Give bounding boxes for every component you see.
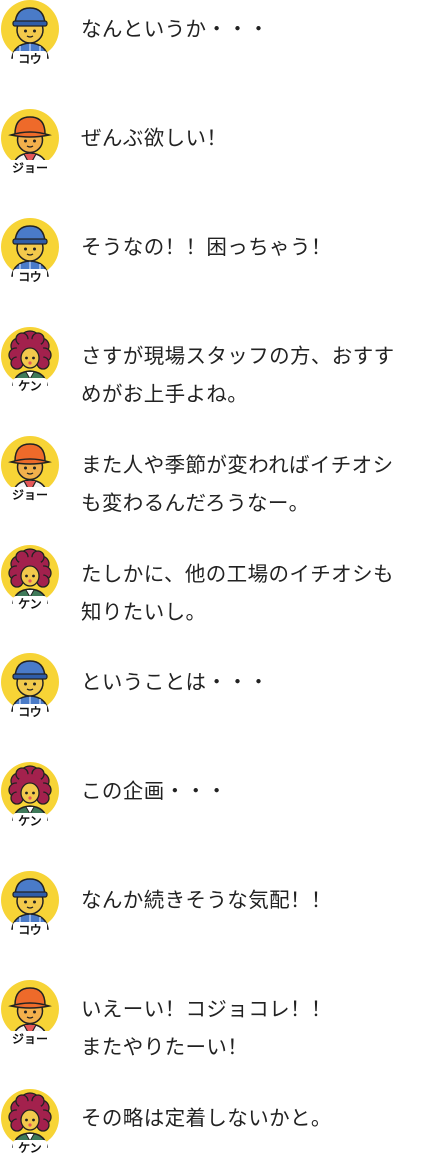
kou-avatar-icon: コウ bbox=[0, 653, 62, 721]
chat-thread: コウ なんというか・・・ ジョー ぜんぶ欲しい！ コウ そうなの！！困っちゃう！ ケン さすが… bbox=[0, 0, 439, 1160]
ken-avatar-icon: ケン bbox=[0, 544, 62, 613]
speaker-name-badge: コウ bbox=[18, 705, 42, 719]
ken-avatar-icon: ケン bbox=[0, 762, 62, 830]
message-text: さすが現場スタッフの方、おすす めがお上手よね。 bbox=[81, 343, 395, 406]
message-text: その略は定着しないかと。 bbox=[81, 1106, 332, 1130]
message-text: たしかに、他の工場のイチオシも 知りたいし。 bbox=[81, 561, 394, 624]
jo-avatar-icon: ジョー bbox=[0, 435, 62, 504]
message-text: いえーい！コジョコレ！！ またやりたーい！ bbox=[81, 997, 332, 1060]
message-text: この企画・・・ bbox=[81, 779, 228, 804]
speaker-name-badge: コウ bbox=[18, 923, 42, 937]
speaker-name-badge: コウ bbox=[18, 52, 42, 66]
speaker-name-badge: ケン bbox=[18, 379, 42, 393]
kou-avatar-icon: コウ bbox=[0, 217, 62, 286]
jo-avatar-icon: ジョー bbox=[0, 108, 62, 177]
speaker-name-badge: ジョー bbox=[12, 1032, 48, 1046]
ken-avatar-icon: ケン bbox=[0, 1089, 62, 1157]
message-text: ぜんぶ欲しい！ bbox=[81, 125, 228, 150]
message-text: なんというか・・・ bbox=[81, 17, 270, 41]
message-text: ということは・・・ bbox=[81, 670, 270, 695]
speaker-name-badge: ジョー bbox=[12, 161, 48, 175]
speaker-name-badge: ケン bbox=[18, 597, 42, 611]
speaker-name-badge: ケン bbox=[18, 814, 42, 828]
message-text: また人や季節が変わればイチオシ も変わるんだろうなー。 bbox=[81, 452, 394, 515]
message-text: そうなの！！困っちゃう！ bbox=[81, 234, 332, 259]
speaker-name-badge: ケン bbox=[18, 1141, 42, 1155]
message-text: なんか続きそうな気配！！ bbox=[81, 888, 332, 913]
kou-avatar-icon: コウ bbox=[0, 871, 62, 939]
speaker-name-badge: コウ bbox=[18, 270, 42, 284]
ken-avatar-icon: ケン bbox=[0, 326, 62, 395]
speaker-name-badge: ジョー bbox=[12, 488, 48, 502]
jo-avatar-icon: ジョー bbox=[0, 980, 62, 1048]
kou-avatar-icon: コウ bbox=[0, 0, 62, 68]
